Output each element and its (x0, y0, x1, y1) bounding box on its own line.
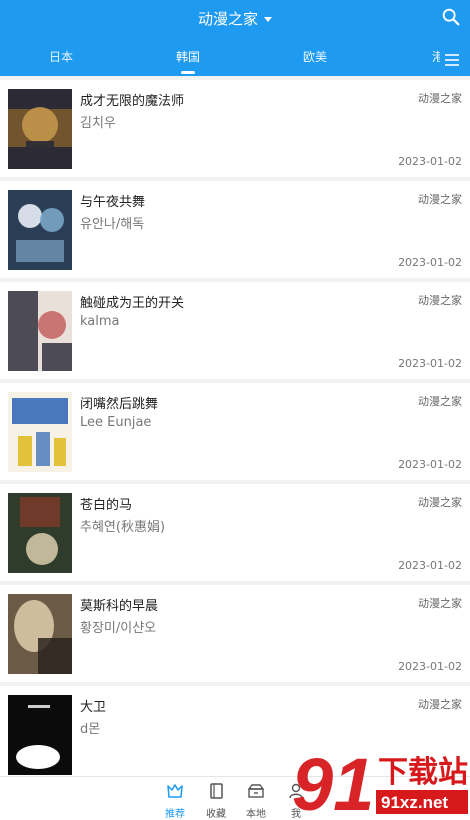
comic-list-item[interactable]: 苍白的马 추혜연(秋惠娟) 动漫之家 2023-01-02 (0, 484, 470, 581)
comic-list-item[interactable]: 闭嘴然后跳舞 Lee Eunjae 动漫之家 2023-01-02 (0, 383, 470, 480)
bookmark-book-icon (210, 783, 223, 799)
comic-author: 황장미/이샨오 (80, 621, 157, 636)
comic-list-item[interactable]: 与午夜共舞 유안나/해독 动漫之家 2023-01-02 (0, 181, 470, 278)
caret-down-icon (264, 16, 272, 22)
comic-title: 莫斯科的早晨 (80, 599, 159, 614)
comic-list-item[interactable]: 莫斯科的早晨 황장미/이샨오 动漫之家 2023-01-02 (0, 585, 470, 682)
site-watermark: 91 下载站 91xz.net (292, 743, 468, 820)
comic-cover (8, 190, 72, 270)
local-storage-icon (248, 784, 264, 798)
tab-japan[interactable]: 日本 (49, 48, 73, 65)
nav-local[interactable]: 本地 (236, 781, 276, 820)
comic-author: 유안나/해독 (80, 217, 145, 232)
comic-title: 苍白的马 (80, 498, 133, 513)
nav-recommend[interactable]: 推荐 (155, 781, 195, 820)
hamburger-menu-icon[interactable] (442, 50, 462, 70)
comic-date: 2023-01-02 (398, 256, 462, 269)
comic-title: 与午夜共舞 (80, 195, 146, 210)
active-tab-indicator (181, 71, 195, 74)
comic-source: 动漫之家 (418, 395, 462, 408)
comic-cover (8, 594, 72, 674)
comic-source: 动漫之家 (418, 92, 462, 105)
app-header: 动漫之家 日本 韩国 欧美 港 (0, 0, 470, 76)
app-title: 动漫之家 (197, 9, 258, 28)
watermark-domain: 91xz.net (381, 793, 448, 812)
comic-source: 动漫之家 (418, 193, 462, 206)
nav-label: 本地 (246, 809, 266, 820)
search-icon[interactable] (440, 6, 462, 28)
title-selector[interactable]: 动漫之家 (0, 6, 470, 30)
comic-author: Lee Eunjae (80, 415, 152, 430)
comic-date: 2023-01-02 (398, 660, 462, 673)
comic-title: 大卫 (80, 700, 107, 715)
comic-title: 闭嘴然后跳舞 (80, 397, 159, 412)
tab-hongkong[interactable]: 港 (432, 48, 440, 65)
comic-source: 动漫之家 (418, 294, 462, 307)
tab-korea[interactable]: 韩国 (176, 48, 200, 65)
nav-label: 推荐 (165, 809, 185, 820)
comic-cover (8, 392, 72, 472)
comic-date: 2023-01-02 (398, 155, 462, 168)
comic-author: d몬 (80, 722, 101, 737)
comic-author: 김치우 (80, 116, 116, 131)
comic-cover (8, 89, 72, 169)
comic-source: 动漫之家 (418, 597, 462, 610)
watermark-logo-digits: 91 (292, 743, 374, 820)
comic-date: 2023-01-02 (398, 559, 462, 572)
comic-title: 成才无限的魔法师 (80, 94, 185, 109)
comic-cover (8, 291, 72, 371)
watermark-title: 下载站 (378, 755, 468, 790)
comic-date: 2023-01-02 (398, 458, 462, 471)
comic-source: 动漫之家 (418, 698, 462, 711)
comic-author: 추혜연(秋惠娟) (80, 520, 166, 535)
comic-source: 动漫之家 (418, 496, 462, 509)
nav-label: 收藏 (206, 809, 226, 820)
comic-cover (8, 493, 72, 573)
category-tabs: 日本 韩国 欧美 港 (0, 48, 440, 72)
recommend-icon (167, 784, 183, 798)
comic-date: 2023-01-02 (398, 357, 462, 370)
nav-favorites[interactable]: 收藏 (196, 781, 236, 820)
comic-list-item[interactable]: 触碰成为王的开关 kalma 动漫之家 2023-01-02 (0, 282, 470, 379)
tab-western[interactable]: 欧美 (303, 48, 327, 65)
comic-list: 成才无限的魔法师 김치우 动漫之家 2023-01-02 与午夜共舞 유안나/해… (0, 80, 470, 787)
comic-title: 触碰成为王的开关 (80, 296, 185, 311)
comic-author: kalma (80, 314, 120, 329)
comic-cover (8, 695, 72, 775)
comic-list-item[interactable]: 成才无限的魔法师 김치우 动漫之家 2023-01-02 (0, 80, 470, 177)
